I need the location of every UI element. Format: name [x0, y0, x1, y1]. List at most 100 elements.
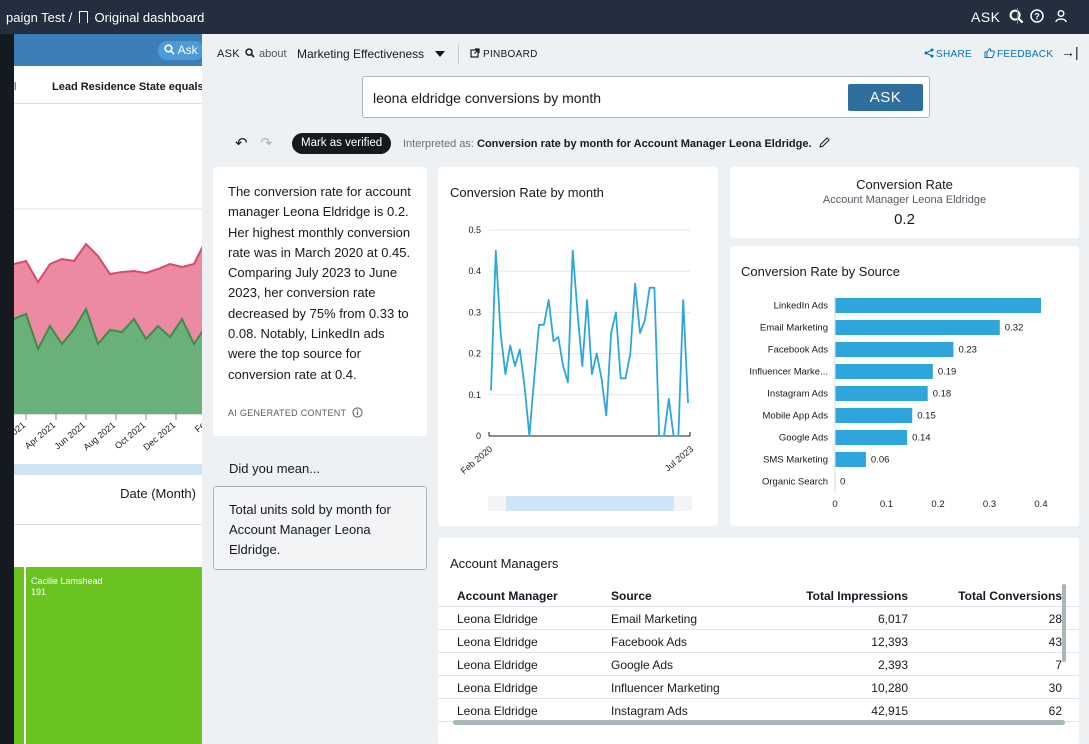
bar-chart-card: Conversion Rate by Source LinkedIn Ads Em… [730, 246, 1079, 526]
breadcrumb: paign Test / Original dashboard [6, 10, 204, 25]
line-chart-y-tick: 0.5 [468, 225, 481, 235]
table-row[interactable]: Leona Eldridge Influencer Marketing 10,2… [438, 676, 1079, 699]
bar-category-label: SMS Marketing [763, 455, 828, 466]
top-ask-label: ASK [971, 9, 1001, 25]
topic-selector[interactable]: Marketing Effectiveness [297, 47, 424, 61]
filter-lead-state[interactable]: Lead Residence State equals [52, 70, 204, 104]
info-icon[interactable] [352, 407, 363, 418]
suggestion-button[interactable]: Total units sold by month for Account Ma… [213, 486, 427, 570]
cell-source: Instagram Ads [611, 704, 688, 718]
collapse-panel-icon[interactable]: →| [1061, 44, 1079, 60]
bar[interactable] [835, 298, 1041, 313]
bar-category-label: Organic Search [762, 477, 828, 488]
redo-icon[interactable]: ↷ [260, 134, 273, 152]
treemap-value: 191 [31, 587, 47, 597]
kpi-title: Conversion Rate [856, 177, 953, 192]
bar-category-label: Email Marketing [760, 323, 828, 334]
line-chart: 0 0.1 0.2 0.3 0.4 0.5 Feb 2020 Jul 2023 [459, 225, 695, 511]
interpreted-text: Conversion rate by month for Account Man… [477, 138, 812, 150]
line-chart-x-tick-label: Jul 2023 [663, 444, 695, 474]
bar[interactable] [835, 452, 866, 467]
bar-category-label: Instagram Ads [767, 389, 828, 400]
table-horizontal-scrollbar[interactable] [453, 720, 1065, 725]
mark-as-verified-button[interactable]: Mark as verified [292, 133, 392, 154]
feedback-label: FEEDBACK [997, 49, 1054, 60]
divider [14, 524, 204, 525]
table-row[interactable]: Leona Eldridge Facebook Ads 12,393 43 [438, 630, 1079, 653]
dashboard-scrollbar[interactable] [14, 464, 204, 475]
cell-account-manager: Leona Eldridge [457, 681, 538, 695]
cell-account-manager: Leona Eldridge [457, 635, 538, 649]
pinboard-label: PINBOARD [483, 49, 538, 60]
cell-account-manager: Leona Eldridge [457, 658, 538, 672]
filter-left[interactable]: l [14, 70, 16, 104]
table-row[interactable]: Leona Eldridge Email Marketing 6,017 28 [438, 607, 1079, 630]
table-row[interactable]: Leona Eldridge Instagram Ads 42,915 62 [438, 699, 1079, 722]
dashboard-area-chart: eb 2021Apr 2021Jun 2021Aug 2021Oct 2021D… [14, 208, 204, 452]
share-button[interactable]: SHARE [924, 48, 972, 60]
q-ask-text: ASK [217, 48, 240, 60]
bar-category-label: Influencer Marke... [749, 367, 828, 378]
bar-chart: LinkedIn Ads Email Marketing 0.32 Facebook … [749, 296, 1048, 510]
dashboard-tick-label: Apr 2021 [23, 420, 57, 451]
dashboard-ask-button[interactable]: Ask [158, 41, 204, 60]
bar[interactable] [835, 386, 928, 401]
summary-text: The conversion rate for account manager … [228, 184, 411, 382]
bar-value-label: 0.18 [933, 389, 952, 400]
search-icon [164, 44, 175, 55]
bar[interactable] [835, 408, 913, 423]
user-icon[interactable] [1054, 9, 1068, 23]
bar-category-label: Mobile App Ads [763, 411, 829, 422]
bar-value-label: 0.14 [912, 433, 931, 444]
line-chart-y-tick: 0 [476, 431, 481, 441]
col-account-manager[interactable]: Account Manager [457, 589, 558, 603]
cell-conversions: 43 [1048, 635, 1062, 649]
bar-category-label: Facebook Ads [768, 345, 828, 356]
pinboard-button[interactable]: PINBOARD [470, 48, 538, 60]
bar[interactable] [835, 342, 954, 357]
col-total-impressions[interactable]: Total Impressions [806, 589, 908, 603]
help-circle-icon[interactable]: ? [1030, 9, 1044, 23]
bar-value-label: 0.19 [938, 367, 957, 378]
cell-conversions: 30 [1048, 681, 1062, 695]
dashboard-x-axis-title: Date (Month) [120, 486, 196, 501]
bar[interactable] [835, 364, 933, 379]
ask-submit-button[interactable]: ASK [848, 84, 923, 111]
q-search-input[interactable] [373, 87, 833, 109]
line-series[interactable] [490, 249, 689, 437]
breadcrumb-analysis[interactable]: paign Test / [6, 10, 72, 25]
cell-impressions: 10,280 [871, 681, 908, 695]
interpreted-as: Interpreted as: Conversion rate by month… [403, 137, 830, 150]
undo-icon[interactable]: ↶ [235, 134, 248, 152]
table-row[interactable]: Leona Eldridge Google Ads 2,393 7 [438, 653, 1079, 676]
breadcrumb-dashboard[interactable]: Original dashboard [95, 10, 205, 25]
bookmark-icon [78, 11, 88, 23]
cell-account-manager: Leona Eldridge [457, 612, 538, 626]
external-link-icon [470, 48, 480, 58]
bar[interactable] [835, 430, 908, 445]
kpi-value: 0.2 [894, 211, 915, 228]
caret-down-icon[interactable] [435, 51, 445, 57]
col-source[interactable]: Source [611, 589, 652, 603]
table-vertical-scrollbar[interactable] [1062, 584, 1066, 662]
line-chart-scrollbar-thumb[interactable] [506, 496, 674, 511]
pencil-icon[interactable] [818, 137, 830, 148]
interpreted-prefix: Interpreted as: [403, 138, 474, 150]
bar-value-label: 0.15 [917, 411, 936, 422]
app-root: paign Test / Original dashboard ASK ? As… [0, 0, 1089, 744]
bar-value-label: 0 [840, 477, 845, 488]
q-ask-label: ASK [217, 48, 255, 60]
filter-bar: l Lead Residence State equals [14, 70, 204, 104]
treemap-label: Cacilie Lamshead 191 [31, 576, 103, 598]
cell-conversions: 28 [1048, 612, 1062, 626]
line-chart-y-tick: 0.4 [468, 266, 481, 276]
bar-x-tick: 0.4 [1034, 499, 1047, 510]
top-ask-button[interactable]: ASK [971, 9, 1024, 25]
kpi-card: Conversion Rate Account Manager Leona El… [730, 167, 1079, 238]
bar[interactable] [835, 320, 1000, 335]
divider [458, 44, 459, 64]
feedback-button[interactable]: FEEDBACK [984, 48, 1053, 60]
bar-x-tick: 0.3 [983, 499, 996, 510]
col-total-conversions[interactable]: Total Conversions [958, 589, 1062, 603]
cell-impressions: 6,017 [877, 612, 908, 626]
